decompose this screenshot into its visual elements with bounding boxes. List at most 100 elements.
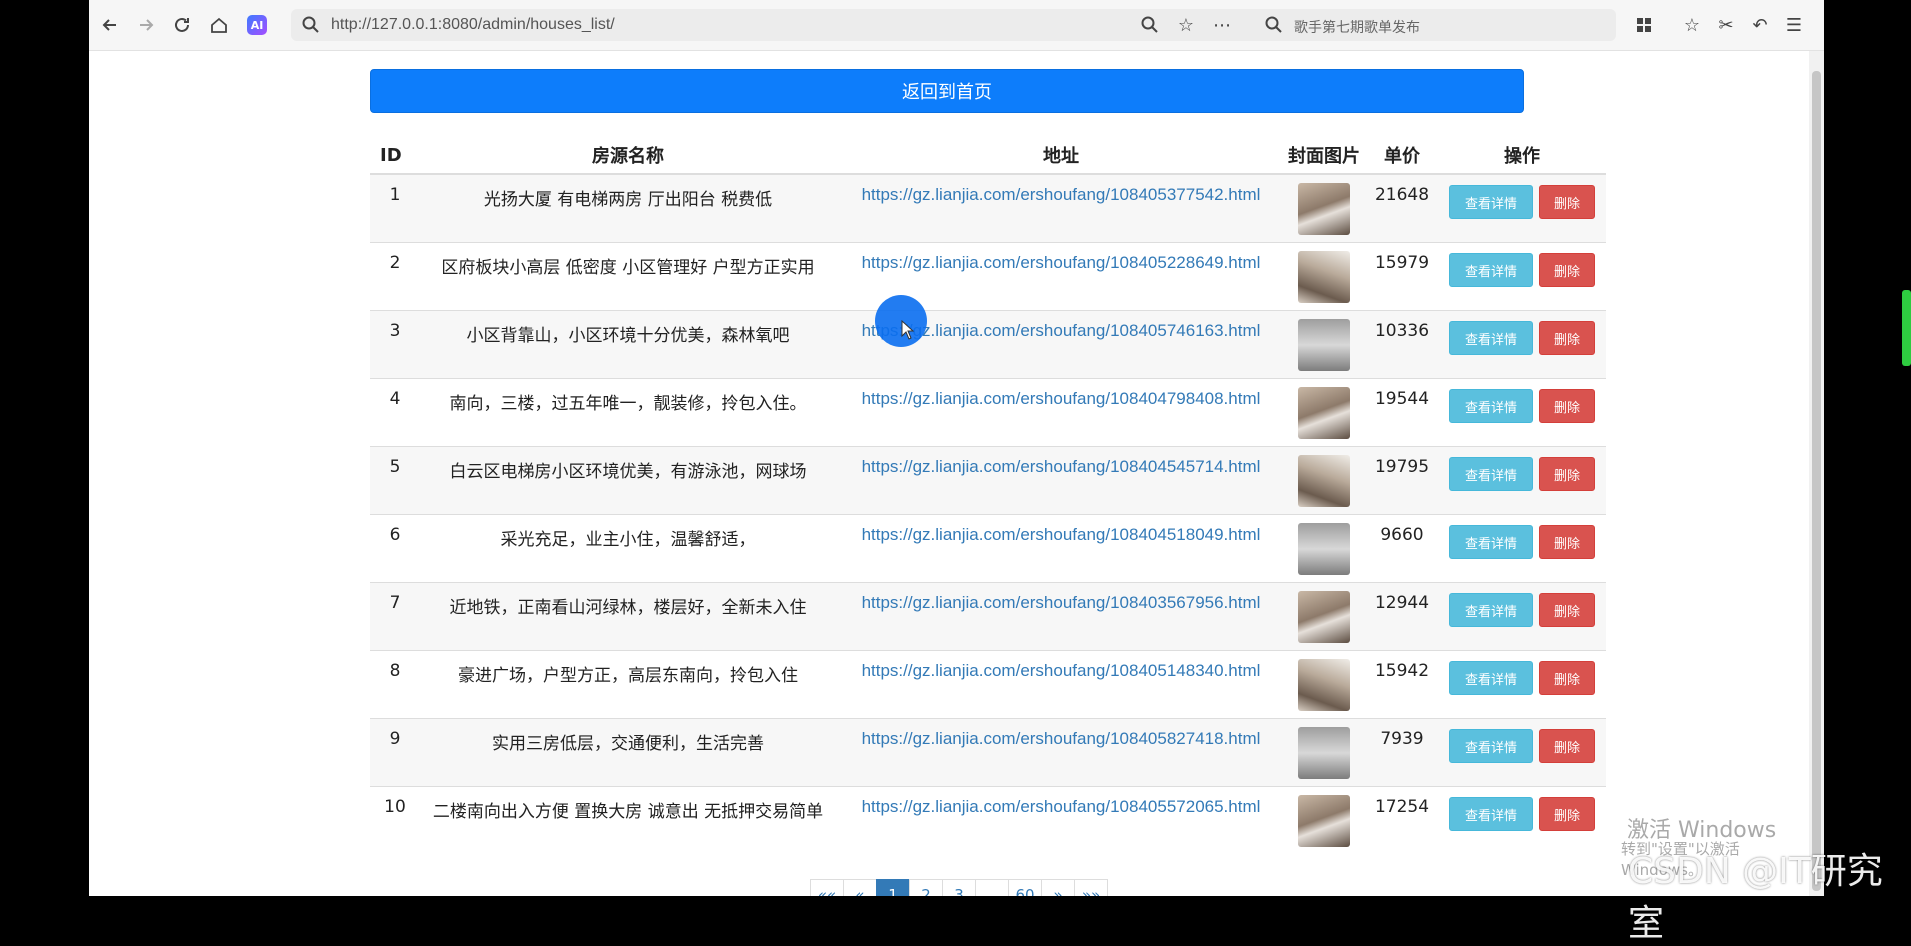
reload-icon[interactable] xyxy=(170,13,194,37)
address-link[interactable]: https://gz.lianjia.com/ershoufang/108405… xyxy=(862,661,1261,680)
view-detail-button[interactable]: 查看详情 xyxy=(1449,185,1533,219)
page-content: 返回到首页 ID 房源名称 地址 封面图片 单价 操作 1 光扬大厦 有电梯两房 … xyxy=(89,51,1809,896)
address-link[interactable]: https://gz.lianjia.com/ershoufang/108403… xyxy=(862,593,1261,612)
view-detail-button[interactable]: 查看详情 xyxy=(1449,321,1533,355)
delete-button[interactable]: 删除 xyxy=(1539,389,1595,423)
more-icon[interactable]: ⋯ xyxy=(1210,13,1234,37)
address-link[interactable]: https://gz.lianjia.com/ershoufang/108405… xyxy=(862,253,1261,272)
row-id: 6 xyxy=(370,514,416,583)
cover-image xyxy=(1298,523,1350,575)
page-link[interactable]: «« xyxy=(810,879,844,896)
table-row: 1 光扬大厦 有电梯两房 厅出阳台 税费低 https://gz.lianjia.c… xyxy=(370,173,1606,243)
address-link[interactable]: https://gz.lianjia.com/ershoufang/108405… xyxy=(862,185,1261,204)
row-actions: 查看详情 删除 xyxy=(1438,310,1606,379)
ai-assistant-icon[interactable]: AI xyxy=(247,15,267,35)
row-cover xyxy=(1282,378,1366,447)
view-detail-button[interactable]: 查看详情 xyxy=(1449,457,1533,491)
menu-icon[interactable]: ☰ xyxy=(1782,13,1806,37)
page-link[interactable]: 60 xyxy=(1008,879,1042,896)
table-row: 10 二楼南向出入方便 置换大房 诚意出 无抵押交易简单 https://gz.li… xyxy=(370,786,1606,854)
column-header-address: 地址 xyxy=(840,137,1282,175)
zoom-icon[interactable] xyxy=(1138,13,1162,37)
row-actions: 查看详情 删除 xyxy=(1438,650,1606,719)
pagination: «« «1 2 3... 60»»» xyxy=(810,879,1108,896)
row-name: 小区背靠山，小区环境十分优美，森林氧吧 xyxy=(416,310,840,379)
row-price: 21648 xyxy=(1366,173,1438,243)
delete-button[interactable]: 删除 xyxy=(1539,525,1595,559)
favorites-icon[interactable]: ☆ xyxy=(1680,13,1704,37)
view-detail-button[interactable]: 查看详情 xyxy=(1449,593,1533,627)
table-row: 6 采光充足，业主小住，温馨舒适， https://gz.lianjia.com/e… xyxy=(370,514,1606,583)
csdn-watermark: CSDN @IT研究室 xyxy=(1628,851,1883,944)
row-name: 实用三房低层，交通便利，生活完善 xyxy=(416,718,840,787)
row-id: 10 xyxy=(370,786,416,854)
row-id: 7 xyxy=(370,582,416,651)
row-actions: 查看详情 删除 xyxy=(1438,582,1606,651)
address-link[interactable]: https://gz.lianjia.com/ershoufang/108405… xyxy=(862,797,1261,816)
view-detail-button[interactable]: 查看详情 xyxy=(1449,389,1533,423)
address-link[interactable]: https://gz.lianjia.com/ershoufang/108404… xyxy=(862,389,1261,408)
row-name: 白云区电梯房小区环境优美，有游泳池，网球场 xyxy=(416,446,840,515)
grid-apps-icon[interactable] xyxy=(1632,13,1656,37)
view-detail-button[interactable]: 查看详情 xyxy=(1449,729,1533,763)
view-detail-button[interactable]: 查看详情 xyxy=(1449,797,1533,831)
row-cover xyxy=(1282,582,1366,651)
column-header-actions: 操作 xyxy=(1438,137,1606,175)
forward-icon[interactable] xyxy=(134,13,158,37)
row-address: https://gz.lianjia.com/ershoufang/108405… xyxy=(840,173,1282,243)
page-link[interactable]: »» xyxy=(1074,879,1108,896)
url-text: http://127.0.0.1:8080/admin/houses_list/ xyxy=(331,16,615,33)
cover-image xyxy=(1298,727,1350,779)
column-header-cover: 封面图片 xyxy=(1282,137,1366,175)
address-link[interactable]: https://gz.lianjia.com/ershoufang/108404… xyxy=(862,525,1261,544)
delete-button[interactable]: 删除 xyxy=(1539,593,1595,627)
delete-button[interactable]: 删除 xyxy=(1539,253,1595,287)
page-link[interactable]: 2 xyxy=(909,879,943,896)
table-row: 9 实用三房低层，交通便利，生活完善 https://gz.lianjia.com/… xyxy=(370,718,1606,787)
search-bar[interactable]: 歌手第七期歌单发布 xyxy=(1256,9,1616,41)
browser-window: AI http://127.0.0.1:8080/admin/houses_li… xyxy=(89,0,1824,896)
row-cover xyxy=(1282,310,1366,379)
bookmark-star-icon[interactable]: ☆ xyxy=(1174,13,1198,37)
row-id: 2 xyxy=(370,242,416,311)
page-link[interactable]: » xyxy=(1041,879,1075,896)
view-detail-button[interactable]: 查看详情 xyxy=(1449,661,1533,695)
row-id: 4 xyxy=(370,378,416,447)
view-detail-button[interactable]: 查看详情 xyxy=(1449,525,1533,559)
undo-icon[interactable]: ↶ xyxy=(1748,13,1772,37)
row-cover xyxy=(1282,173,1366,243)
address-bar[interactable]: http://127.0.0.1:8080/admin/houses_list/ xyxy=(291,9,1321,41)
scissors-icon[interactable]: ✂ xyxy=(1714,13,1738,37)
page-link[interactable]: 3 xyxy=(942,879,976,896)
row-name: 南向，三楼，过五年唯一，靓装修，拎包入住。 xyxy=(416,378,840,447)
page-link[interactable]: ... xyxy=(975,879,1009,896)
table-row: 8 豪进广场，户型方正，高层东南向，拎包入住 https://gz.lianjia.… xyxy=(370,650,1606,719)
row-cover xyxy=(1282,718,1366,787)
address-link[interactable]: https://gz.lianjia.com/ershoufang/108405… xyxy=(862,729,1261,748)
delete-button[interactable]: 删除 xyxy=(1539,661,1595,695)
table-row: 3 小区背靠山，小区环境十分优美，森林氧吧 https://gz.lianjia.c… xyxy=(370,310,1606,379)
home-icon[interactable] xyxy=(207,13,231,37)
row-address: https://gz.lianjia.com/ershoufang/108405… xyxy=(840,650,1282,719)
delete-button[interactable]: 删除 xyxy=(1539,797,1595,831)
scrollbar-thumb[interactable] xyxy=(1812,71,1821,891)
address-link[interactable]: https://gz.lianjia.com/ershoufang/108404… xyxy=(862,457,1261,476)
back-icon[interactable] xyxy=(98,13,122,37)
row-actions: 查看详情 删除 xyxy=(1438,173,1606,243)
row-cover xyxy=(1282,650,1366,719)
mouse-cursor-icon xyxy=(901,319,915,344)
back-home-button[interactable]: 返回到首页 xyxy=(370,69,1524,113)
page-link[interactable]: « xyxy=(843,879,877,896)
row-name: 二楼南向出入方便 置换大房 诚意出 无抵押交易简单 xyxy=(416,786,840,854)
view-detail-button[interactable]: 查看详情 xyxy=(1449,253,1533,287)
cover-image xyxy=(1298,183,1350,235)
row-address: https://gz.lianjia.com/ershoufang/108403… xyxy=(840,582,1282,651)
delete-button[interactable]: 删除 xyxy=(1539,321,1595,355)
cover-image xyxy=(1298,251,1350,303)
delete-button[interactable]: 删除 xyxy=(1539,729,1595,763)
delete-button[interactable]: 删除 xyxy=(1539,185,1595,219)
delete-button[interactable]: 删除 xyxy=(1539,457,1595,491)
search-icon xyxy=(1262,13,1286,37)
page-scrollbar[interactable] xyxy=(1809,51,1824,896)
page-link[interactable]: 1 xyxy=(876,879,910,896)
